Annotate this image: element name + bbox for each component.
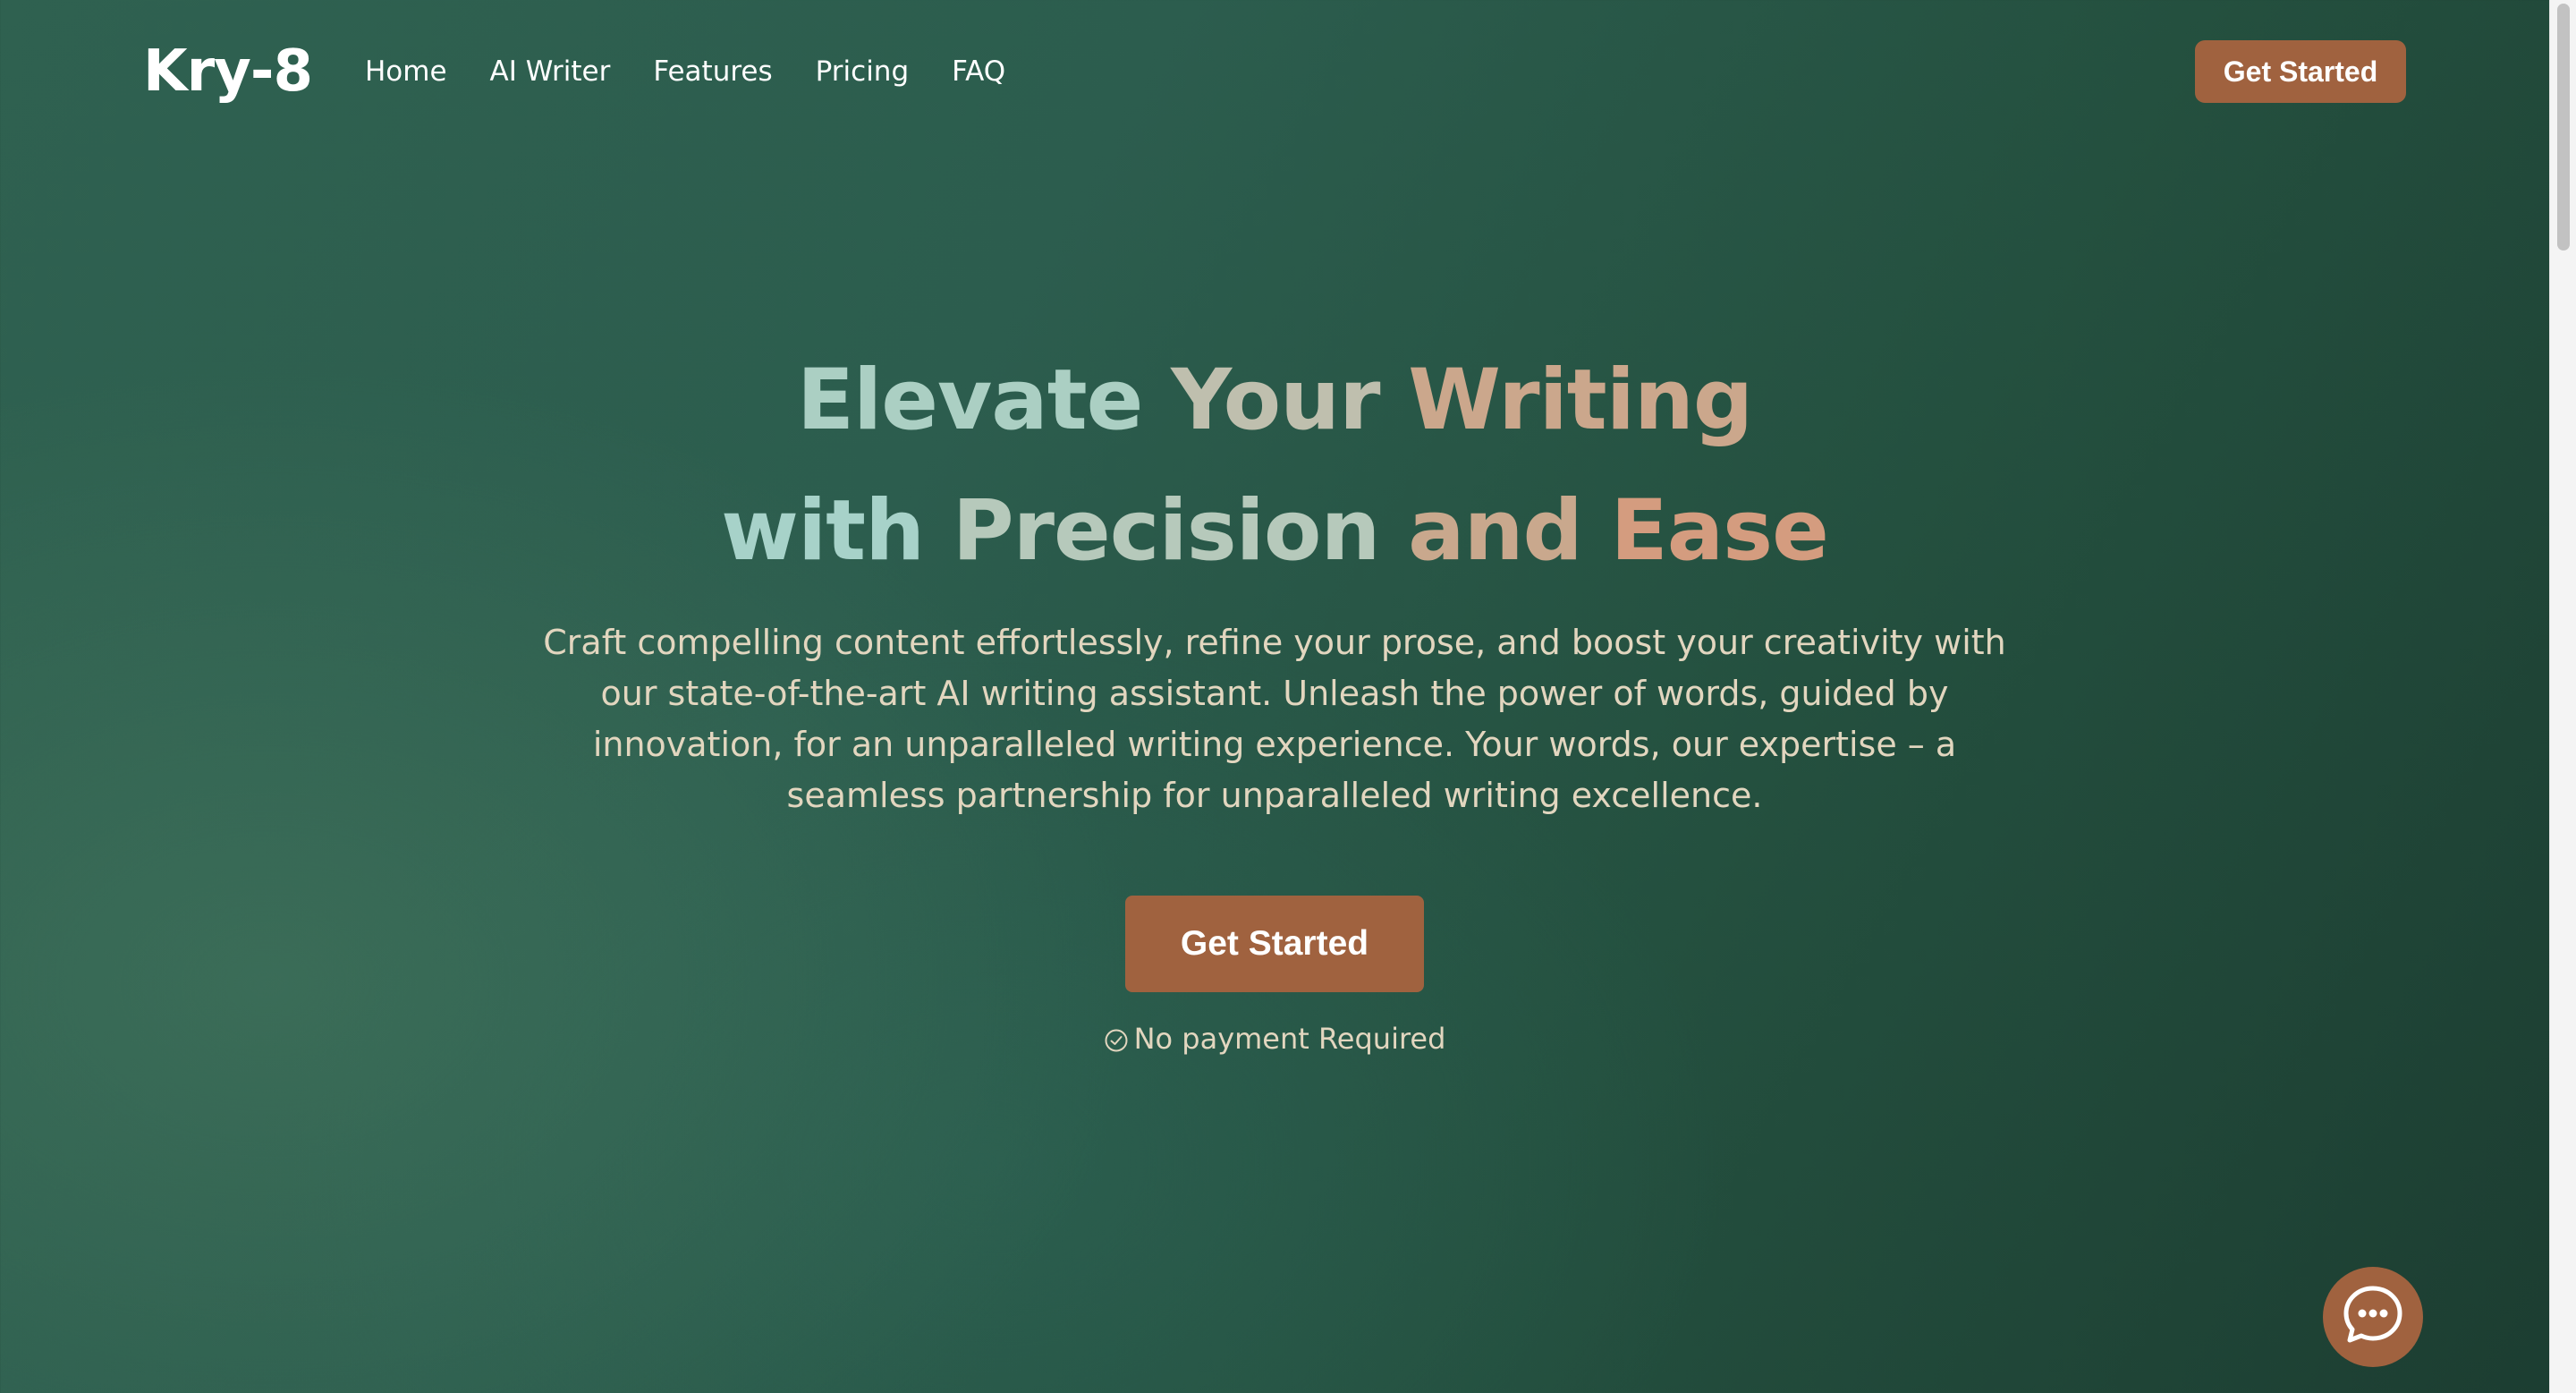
title-word: Your <box>1171 352 1380 449</box>
title-word: Writing <box>1408 352 1753 449</box>
nav-link-faq[interactable]: FAQ <box>952 55 1005 88</box>
hero-get-started-button[interactable]: Get Started <box>1125 896 1424 992</box>
no-payment-note: No payment Required <box>0 1022 2549 1056</box>
title-word: with <box>721 482 925 580</box>
hero-subtitle: Craft compelling content effortlessly, r… <box>543 623 2006 815</box>
landing-page: Kry-8 Home AI Writer Features Pricing FA… <box>0 0 2549 1393</box>
no-payment-text: No payment Required <box>1133 1022 1446 1056</box>
hero-title-line-2: with Precision and Ease <box>0 466 2549 597</box>
title-word: Elevate <box>796 352 1144 449</box>
top-navigation: Kry-8 Home AI Writer Features Pricing FA… <box>143 36 2406 107</box>
chat-bubble-icon <box>2341 1283 2405 1351</box>
nav-link-pricing[interactable]: Pricing <box>816 55 910 88</box>
nav-link-home[interactable]: Home <box>365 55 447 88</box>
title-word: Precision <box>952 482 1381 580</box>
title-word: Ease <box>1610 482 1829 580</box>
header-get-started-button[interactable]: Get Started <box>2195 40 2406 103</box>
nav-link-ai-writer[interactable]: AI Writer <box>490 55 611 88</box>
check-circle-icon <box>1104 1026 1129 1052</box>
logo[interactable]: Kry-8 <box>143 36 313 107</box>
hero-title-line-1: Elevate Your Writing <box>0 336 2549 466</box>
scrollbar-thumb[interactable] <box>2557 4 2570 251</box>
title-word: and <box>1408 482 1583 580</box>
chat-launcher-button[interactable] <box>2323 1267 2423 1367</box>
nav-links: Home AI Writer Features Pricing FAQ <box>365 36 1005 107</box>
nav-link-features[interactable]: Features <box>653 55 772 88</box>
page-scrollbar[interactable] <box>2549 0 2576 1393</box>
hero-title: Elevate Your Writing with Precision and … <box>0 336 2549 597</box>
